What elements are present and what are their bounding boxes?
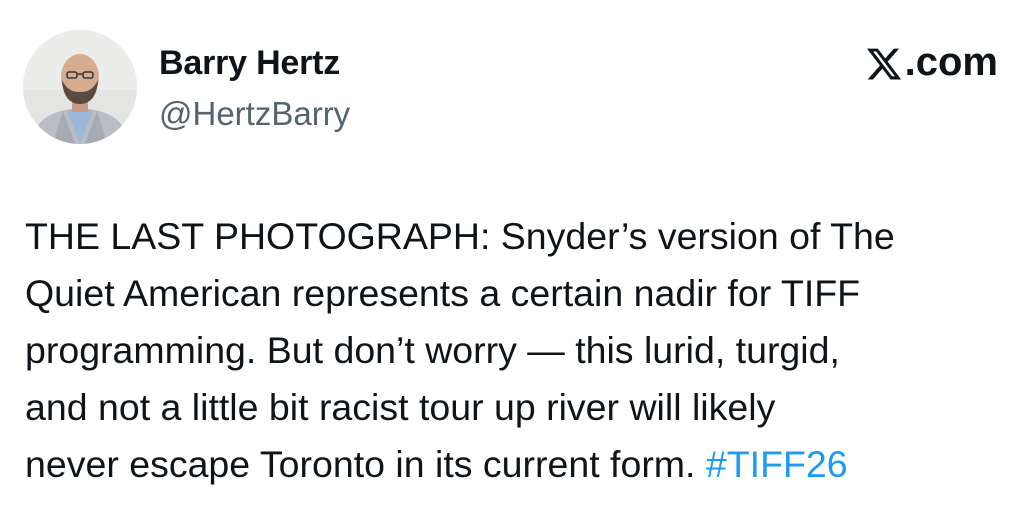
tweet-card: Barry Hertz @HertzBarry .com THE LAST PH… [0, 0, 1024, 530]
tweet-text: THE LAST PHOTOGRAPH: Snyder’s version of… [25, 208, 1010, 493]
tweet-line-4: and not a little bit racist tour up rive… [25, 386, 776, 428]
hashtag-link[interactable]: #TIFF26 [706, 443, 848, 485]
source-label: .com [904, 40, 998, 84]
tweet-line-3: programming. But don’t worry — this luri… [25, 329, 840, 371]
avatar[interactable] [23, 30, 137, 144]
source-link[interactable]: .com [865, 40, 998, 85]
tweet-line-2: Quiet American represents a certain nadi… [25, 272, 861, 314]
tweet-line-1: THE LAST PHOTOGRAPH: Snyder’s version of… [25, 215, 895, 257]
avatar-image [23, 30, 137, 144]
author-handle[interactable]: @HertzBarry [159, 95, 350, 133]
tweet-line-5-text: never escape Toronto in its current form… [25, 443, 706, 485]
tweet-line-5: never escape Toronto in its current form… [25, 436, 1010, 493]
x-logo-icon [865, 45, 903, 83]
author-name[interactable]: Barry Hertz [159, 44, 340, 83]
